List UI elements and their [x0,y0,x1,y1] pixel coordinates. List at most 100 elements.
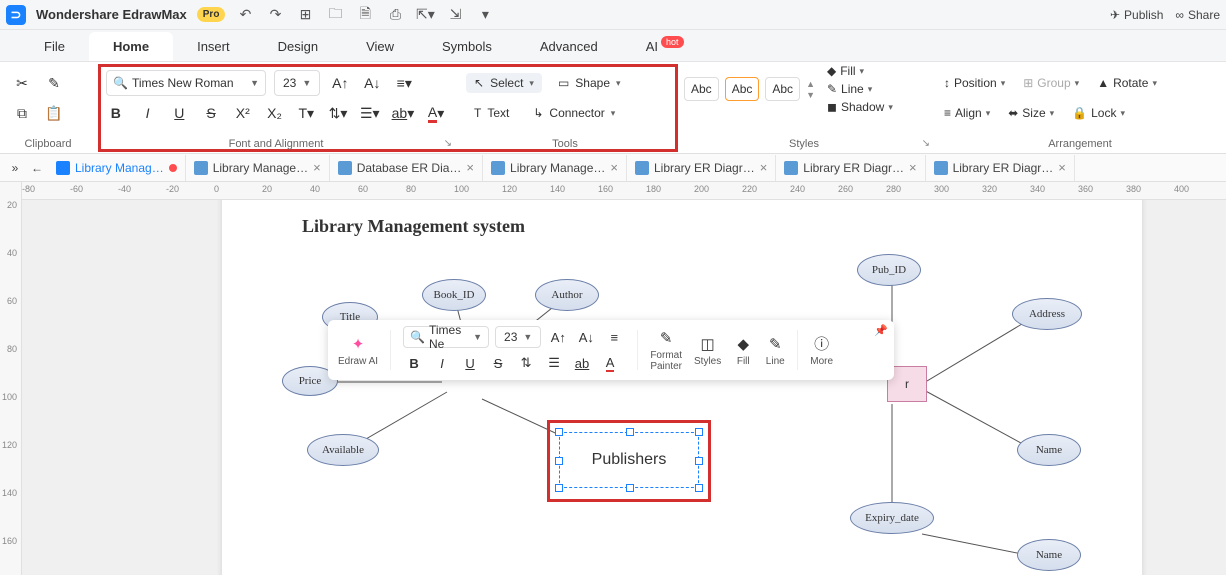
italic-icon[interactable]: I [138,101,158,125]
attr-address[interactable]: Address [1012,298,1082,330]
increase-font-icon[interactable]: A↑ [328,71,352,95]
selected-textbox[interactable]: Publishers [559,432,699,488]
ft-font-color-icon[interactable]: A [599,352,621,374]
pin-icon[interactable]: 📌 [874,324,888,337]
tab-5[interactable]: Library ER Diagr…× [776,155,925,181]
highlight-icon[interactable]: ab▾ [392,101,415,125]
drawing-page[interactable]: Library Management system Book_ID Author… [222,200,1142,575]
ft-align-icon[interactable]: ≡ [603,326,625,348]
ft-list-icon[interactable]: ☰ [543,352,565,374]
redo-icon[interactable]: ↷ [265,5,285,25]
case-icon[interactable]: T▾ [296,101,316,125]
menu-insert[interactable]: Insert [173,32,254,61]
menu-ai[interactable]: AIhot [622,32,708,61]
style-preset-3[interactable]: Abc [765,77,800,101]
underline-icon[interactable]: U [169,101,189,125]
menu-symbols[interactable]: Symbols [418,32,516,61]
superscript-icon[interactable]: X² [233,101,253,125]
strike-icon[interactable]: S [201,101,221,125]
print-icon[interactable]: ⎙ [385,5,405,25]
ft-font-select[interactable]: 🔍Times Ne▼ [403,326,489,348]
select-tool[interactable]: ↖ Select ▾ [466,73,542,93]
close-icon[interactable]: × [760,160,768,175]
export-icon[interactable]: ⇱▾ [415,5,435,25]
group-button[interactable]: ⊞ Group▾ [1023,76,1079,90]
line-spacing-icon[interactable]: ⇅▾ [328,101,348,125]
attr-expiry[interactable]: Expiry_date [850,502,934,534]
subscript-icon[interactable]: X₂ [265,101,285,125]
close-icon[interactable]: × [466,160,474,175]
ft-line[interactable]: ✎Line [765,334,785,367]
font-family-select[interactable]: 🔍Times New Roman▼ [106,70,266,96]
close-icon[interactable]: × [1058,160,1066,175]
tabs-overflow-icon[interactable]: » [4,157,26,179]
shape-tool[interactable]: ▭ Shape ▾ [550,73,629,93]
connector-tool[interactable]: ↳ Connector ▾ [525,103,623,123]
ft-highlight-icon[interactable]: ab [571,352,593,374]
tab-2[interactable]: Database ER Dia…× [330,155,483,181]
decrease-font-icon[interactable]: A↓ [360,71,384,95]
style-down-icon[interactable]: ▼ [806,90,815,100]
attr-author[interactable]: Author [535,279,599,311]
ft-strike-icon[interactable]: S [487,352,509,374]
menu-design[interactable]: Design [254,32,342,61]
attr-name-2[interactable]: Name [1017,539,1081,571]
undo-icon[interactable]: ↶ [235,5,255,25]
ft-spacing-icon[interactable]: ⇅ [515,352,537,374]
font-color-icon[interactable]: A▾ [426,101,446,125]
paste-icon[interactable]: 📋 [42,101,66,125]
ft-fill[interactable]: ◆Fill [733,334,753,367]
align-button[interactable]: ≡ Align▾ [944,106,990,120]
style-up-icon[interactable]: ▲ [806,79,815,89]
close-icon[interactable]: × [909,160,917,175]
tab-0[interactable]: Library Manag… [48,155,186,181]
tab-1[interactable]: Library Manage…× [186,155,330,181]
ft-format-painter[interactable]: ✎Format Painter [650,328,682,372]
cut-icon[interactable]: ✂ [10,71,34,95]
align-icon[interactable]: ≡▾ [392,71,416,95]
more-qat-icon[interactable]: ▾ [475,5,495,25]
format-painter-icon[interactable]: ✎ [42,71,66,95]
list-icon[interactable]: ☰▾ [360,101,380,125]
font-size-select[interactable]: 23▼ [274,70,320,96]
ft-styles[interactable]: ◫Styles [694,334,721,367]
floating-toolbar[interactable]: 📌 ✦Edraw AI 🔍Times Ne▼ 23▼ A↑ A↓ ≡ B I U… [328,320,894,380]
attr-book-id[interactable]: Book_ID [422,279,486,311]
ft-underline-icon[interactable]: U [459,352,481,374]
new-icon[interactable]: ⊞ [295,5,315,25]
edraw-ai-button[interactable]: ✦Edraw AI [338,334,378,367]
style-preset-2[interactable]: Abc [725,77,760,101]
styles-launcher-icon[interactable]: ↘ [922,138,930,149]
shadow-button[interactable]: ◼ Shadow▾ [827,100,893,114]
ft-decrease-font-icon[interactable]: A↓ [575,326,597,348]
tab-4[interactable]: Library ER Diagr…× [627,155,776,181]
tab-6[interactable]: Library ER Diagr…× [926,155,1075,181]
line-button[interactable]: ✎ Line▾ [827,82,893,96]
attr-available[interactable]: Available [307,434,379,466]
bold-icon[interactable]: B [106,101,126,125]
position-button[interactable]: ↕ Position▾ [944,76,1005,90]
style-preset-1[interactable]: Abc [684,77,719,101]
ft-bold-icon[interactable]: B [403,352,425,374]
fill-button[interactable]: ◆ Fill▾ [827,64,893,78]
copy-icon[interactable]: ⧉ [10,101,34,125]
save-icon[interactable]: 🗎 [355,5,375,25]
rotate-button[interactable]: ▲ Rotate▾ [1097,76,1157,90]
ft-increase-font-icon[interactable]: A↑ [547,326,569,348]
lock-button[interactable]: 🔒 Lock▾ [1072,106,1125,120]
close-icon[interactable]: × [313,160,321,175]
ft-size-select[interactable]: 23▼ [495,326,541,348]
open-icon[interactable]: 🗀 [325,5,345,25]
menu-view[interactable]: View [342,32,418,61]
menu-file[interactable]: File [20,32,89,61]
canvas[interactable]: Library Management system Book_ID Author… [22,200,1226,575]
font-launcher-icon[interactable]: ↘ [444,138,452,149]
text-tool[interactable]: T Text [466,103,517,123]
size-button[interactable]: ⬌ Size▾ [1008,106,1054,120]
attr-name-1[interactable]: Name [1017,434,1081,466]
import-icon[interactable]: ⇲ [445,5,465,25]
attr-pub-id[interactable]: Pub_ID [857,254,921,286]
ft-more[interactable]: ⓘMore [810,334,833,367]
close-icon[interactable]: × [610,160,618,175]
tab-3[interactable]: Library Manage…× [483,155,627,181]
